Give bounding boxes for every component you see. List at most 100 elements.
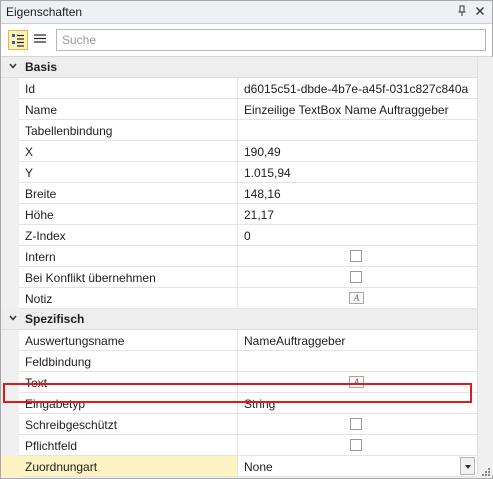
categorized-view-button[interactable] — [8, 30, 28, 50]
property-name: Breite — [25, 187, 57, 201]
property-row-text[interactable]: Text A — [1, 372, 477, 393]
property-row-zuordnungart[interactable]: Zuordnungart None — [1, 456, 477, 477]
property-value-cell[interactable]: A — [238, 372, 477, 392]
text-editor-icon[interactable]: A — [349, 292, 364, 304]
close-icon[interactable] — [473, 4, 487, 18]
property-value-cell[interactable]: 1.015,94 — [238, 162, 477, 182]
property-value-cell[interactable] — [238, 120, 477, 140]
property-name-cell: Schreibgeschützt — [19, 414, 238, 434]
row-gutter — [1, 204, 19, 225]
chevron-down-icon[interactable] — [9, 314, 17, 322]
property-row-y[interactable]: Y 1.015,94 — [1, 162, 477, 183]
row-gutter — [1, 435, 19, 456]
property-name-cell: Breite — [19, 183, 238, 203]
property-name-cell: Y — [19, 162, 238, 182]
property-value: d6015c51-dbde-4b7e-a45f-031c827c840a — [244, 82, 469, 96]
property-name: Tabellenbindung — [25, 124, 113, 138]
property-value-cell[interactable] — [238, 435, 477, 455]
property-value-cell[interactable]: 148,16 — [238, 183, 477, 203]
property-value-cell[interactable]: 190,49 — [238, 141, 477, 161]
category-spezifisch[interactable]: Spezifisch — [1, 309, 477, 330]
property-name-cell: Notiz — [19, 288, 238, 308]
property-name: Notiz — [25, 292, 53, 306]
properties-panel: Eigenschaften Suche Basis Id d6015c51-db… — [0, 0, 493, 479]
property-value-cell[interactable]: 21,17 — [238, 204, 477, 224]
property-name-cell: Z-Index — [19, 225, 238, 245]
categorized-view-icon — [12, 34, 24, 47]
property-value-cell[interactable]: NameAuftraggeber — [238, 330, 477, 350]
row-gutter — [1, 120, 19, 141]
property-value-cell[interactable]: Einzeilige TextBox Name Auftraggeber — [238, 99, 477, 119]
property-row-x[interactable]: X 190,49 — [1, 141, 477, 162]
row-gutter — [1, 351, 19, 372]
property-value-cell[interactable]: None — [238, 456, 477, 476]
intern-checkbox[interactable] — [350, 250, 362, 262]
property-value-cell[interactable]: A — [238, 288, 477, 308]
row-gutter — [1, 99, 19, 120]
property-row-breite[interactable]: Breite 148,16 — [1, 183, 477, 204]
property-row-z-index[interactable]: Z-Index 0 — [1, 225, 477, 246]
property-name: Name — [25, 103, 58, 117]
toolbar: Suche — [1, 24, 492, 57]
property-value-cell[interactable]: d6015c51-dbde-4b7e-a45f-031c827c840a — [238, 78, 477, 98]
property-row-auswertungsname[interactable]: Auswertungsname NameAuftraggeber — [1, 330, 477, 351]
close-glyph — [476, 7, 484, 15]
property-row-feldbindung[interactable]: Feldbindung — [1, 351, 477, 372]
text-editor-icon[interactable]: A — [349, 376, 364, 388]
property-name: Höhe — [25, 208, 54, 222]
property-row-bei-konflikt[interactable]: Bei Konflikt übernehmen — [1, 267, 477, 288]
resize-grip-icon[interactable] — [482, 468, 490, 476]
row-gutter — [1, 162, 19, 183]
property-row-notiz[interactable]: Notiz A — [1, 288, 477, 309]
panel-title: Eigenschaften — [6, 5, 83, 19]
row-gutter — [1, 225, 19, 246]
category-label: Basis — [25, 60, 58, 74]
title-bar: Eigenschaften — [1, 1, 492, 24]
row-gutter — [1, 414, 19, 435]
property-row-name[interactable]: Name Einzeilige TextBox Name Auftraggebe… — [1, 99, 477, 120]
property-value-cell[interactable] — [238, 246, 477, 266]
vertical-scrollbar[interactable] — [477, 57, 493, 475]
property-value-cell[interactable]: String — [238, 393, 477, 413]
property-value: String — [244, 397, 276, 411]
property-row-id[interactable]: Id d6015c51-dbde-4b7e-a45f-031c827c840a — [1, 78, 477, 99]
search-input[interactable]: Suche — [56, 29, 486, 51]
schreibgeschuetzt-checkbox[interactable] — [350, 418, 362, 430]
category-label: Spezifisch — [25, 312, 85, 326]
property-value: 0 — [244, 229, 251, 243]
property-row-eingabetyp[interactable]: Eingabetyp String — [1, 393, 477, 414]
property-name: Z-Index — [25, 229, 66, 243]
property-row-tabellenbindung[interactable]: Tabellenbindung — [1, 120, 477, 141]
pflichtfeld-checkbox[interactable] — [350, 439, 362, 451]
property-value: 190,49 — [244, 145, 281, 159]
dropdown-arrow-icon[interactable] — [460, 457, 475, 475]
pin-icon[interactable] — [455, 4, 469, 18]
property-value-cell[interactable]: 0 — [238, 225, 477, 245]
alphabetical-view-button[interactable] — [31, 30, 51, 50]
property-grid: Basis Id d6015c51-dbde-4b7e-a45f-031c827… — [1, 57, 492, 477]
property-row-schreibgeschuetzt[interactable]: Schreibgeschützt — [1, 414, 477, 435]
property-name-cell: Text — [19, 372, 238, 392]
category-basis[interactable]: Basis — [1, 57, 477, 78]
property-row-pflichtfeld[interactable]: Pflichtfeld — [1, 435, 477, 456]
bei-konflikt-checkbox[interactable] — [350, 271, 362, 283]
property-value-cell[interactable] — [238, 414, 477, 434]
pin-glyph — [458, 5, 466, 16]
property-name-cell: Höhe — [19, 204, 238, 224]
list-view-icon — [34, 34, 46, 43]
property-name: Bei Konflikt übernehmen — [25, 271, 156, 285]
property-value-cell[interactable] — [238, 351, 477, 371]
property-value: 148,16 — [244, 187, 281, 201]
row-gutter — [1, 267, 19, 288]
property-name-cell: Intern — [19, 246, 238, 266]
row-gutter — [1, 141, 19, 162]
row-gutter — [1, 183, 19, 204]
chevron-down-icon[interactable] — [9, 62, 17, 70]
property-row-hoehe[interactable]: Höhe 21,17 — [1, 204, 477, 225]
property-name-cell: Tabellenbindung — [19, 120, 238, 140]
property-value: Einzeilige TextBox Name Auftraggeber — [244, 103, 449, 117]
property-value-cell[interactable] — [238, 267, 477, 287]
property-name: Y — [25, 166, 34, 180]
property-row-intern[interactable]: Intern — [1, 246, 477, 267]
property-name-cell: Bei Konflikt übernehmen — [19, 267, 238, 287]
